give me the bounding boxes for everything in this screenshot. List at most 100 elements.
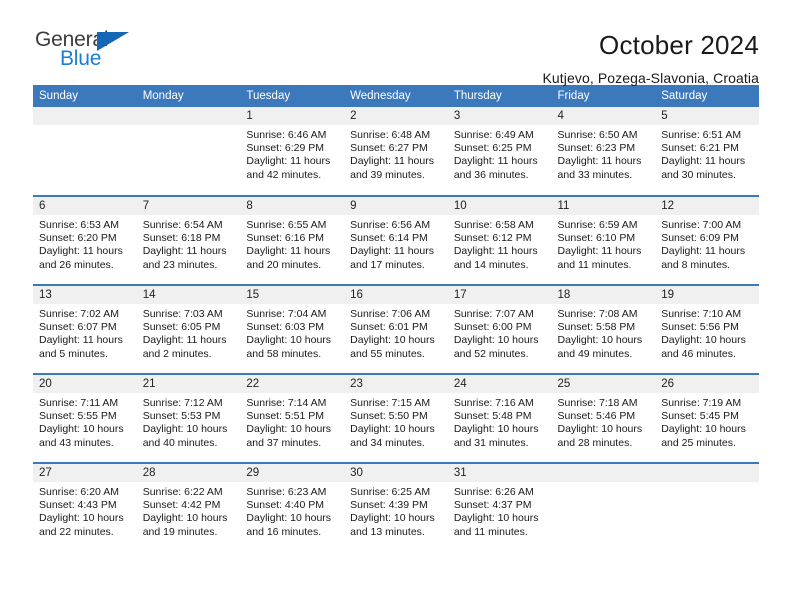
day-details: Sunrise: 7:08 AM Sunset: 5:58 PM Daylight:…	[552, 304, 656, 361]
day-details: Sunrise: 7:07 AM Sunset: 6:00 PM Daylight:…	[448, 304, 552, 361]
sunrise-text: Sunrise: 6:55 AM	[246, 219, 327, 231]
day-cell[interactable]: 31 Sunrise: 6:26 AM Sunset: 4:37 PM Dayligh…	[447, 462, 552, 552]
day-cell[interactable]: 15 Sunrise: 7:04 AM Sunset: 6:03 PM Dayligh…	[240, 284, 345, 374]
daylight-text: Daylight: 10 hours and 55 minutes.	[350, 334, 435, 360]
day-number: 29	[240, 464, 345, 482]
day-number: 1	[240, 107, 345, 125]
daylight-text: Daylight: 10 hours and 52 minutes.	[453, 334, 539, 360]
day-cell[interactable]: 14 Sunrise: 7:03 AM Sunset: 6:05 PM Dayligh…	[136, 284, 241, 374]
day-details: Sunrise: 7:15 AM Sunset: 5:50 PM Daylight:…	[344, 393, 448, 450]
sunset-text: Sunset: 6:09 PM	[661, 232, 739, 245]
sunset-text: Sunset: 5:46 PM	[557, 410, 636, 423]
daylight-text: Daylight: 11 hours and 33 minutes.	[557, 155, 642, 181]
day-cell[interactable]: 17 Sunrise: 7:07 AM Sunset: 6:00 PM Dayligh…	[447, 284, 552, 374]
sunrise-text: Sunrise: 7:07 AM	[453, 308, 534, 320]
day-cell[interactable]: 7 Sunrise: 6:54 AM Sunset: 6:18 PM Daylight…	[136, 195, 241, 285]
sunrise-text: Sunrise: 7:02 AM	[39, 308, 119, 320]
sunrise-text: Sunrise: 6:56 AM	[350, 219, 431, 231]
day-number: 26	[655, 375, 759, 393]
day-cell[interactable]: 21 Sunrise: 7:12 AM Sunset: 5:53 PM Dayligh…	[136, 373, 241, 463]
day-number: 28	[136, 464, 241, 482]
daylight-text: Daylight: 10 hours and 11 minutes.	[453, 512, 539, 538]
sunset-text: Sunset: 5:55 PM	[39, 410, 117, 423]
weekday-header-row: Sunday Monday Tuesday Wednesday Thursday…	[33, 85, 759, 107]
daylight-text: Daylight: 11 hours and 36 minutes.	[453, 155, 538, 181]
day-cell[interactable]: 13 Sunrise: 7:02 AM Sunset: 6:07 PM Dayligh…	[33, 284, 137, 374]
day-cell[interactable]: 24 Sunrise: 7:16 AM Sunset: 5:48 PM Dayligh…	[447, 373, 552, 463]
day-cell[interactable]: 5 Sunrise: 6:51 AM Sunset: 6:21 PM Daylight…	[655, 107, 759, 196]
general-blue-logo[interactable]: General Blue	[33, 29, 153, 81]
day-number: 4	[551, 107, 656, 125]
calendar-weekday-header: Sunday Monday Tuesday Wednesday Thursday…	[33, 85, 759, 107]
page-title: October 2024	[599, 30, 759, 60]
sunset-text: Sunset: 6:10 PM	[557, 232, 636, 245]
sunrise-text: Sunrise: 6:50 AM	[557, 129, 638, 141]
title-block: October 2024 Kutjevo, Pozega-Slavonia, C…	[542, 29, 759, 86]
day-number: 8	[240, 197, 345, 215]
sunset-text: Sunset: 4:43 PM	[39, 499, 117, 512]
weekday-header-thursday: Thursday	[447, 85, 552, 107]
daylight-text: Daylight: 10 hours and 13 minutes.	[350, 512, 435, 538]
sunset-text: Sunset: 6:12 PM	[453, 232, 532, 245]
day-cell[interactable]: 9 Sunrise: 6:56 AM Sunset: 6:14 PM Daylight…	[344, 195, 448, 285]
day-cell[interactable]: 27 Sunrise: 6:20 AM Sunset: 4:43 PM Dayligh…	[33, 462, 137, 552]
day-details: Sunrise: 7:04 AM Sunset: 6:03 PM Daylight:…	[240, 304, 344, 361]
day-details: Sunrise: 6:50 AM Sunset: 6:23 PM Daylight:…	[552, 125, 656, 182]
page-header: General Blue October 2024 Kutjevo, Pozeg…	[33, 0, 759, 86]
daylight-text: Daylight: 10 hours and 43 minutes.	[39, 423, 124, 449]
day-cell[interactable]: 3 Sunrise: 6:49 AM Sunset: 6:25 PM Daylight…	[447, 107, 552, 196]
daylight-text: Daylight: 11 hours and 30 minutes.	[661, 155, 746, 181]
day-cell[interactable]: 10 Sunrise: 6:58 AM Sunset: 6:12 PM Dayligh…	[447, 195, 552, 285]
day-cell[interactable]: 11 Sunrise: 6:59 AM Sunset: 6:10 PM Dayligh…	[551, 195, 656, 285]
sunrise-text: Sunrise: 6:53 AM	[39, 219, 119, 231]
day-number: 25	[551, 375, 656, 393]
day-cell[interactable]: 4 Sunrise: 6:50 AM Sunset: 6:23 PM Daylight…	[551, 107, 656, 196]
day-cell[interactable]: 29 Sunrise: 6:23 AM Sunset: 4:40 PM Dayligh…	[240, 462, 345, 552]
day-cell[interactable]: 20 Sunrise: 7:11 AM Sunset: 5:55 PM Dayligh…	[33, 373, 137, 463]
day-cell[interactable]: 2 Sunrise: 6:48 AM Sunset: 6:27 PM Daylight…	[344, 107, 448, 196]
sunrise-text: Sunrise: 6:58 AM	[453, 219, 534, 231]
sunrise-text: Sunrise: 6:54 AM	[142, 219, 223, 231]
day-number: 11	[551, 197, 656, 215]
sunset-text: Sunset: 6:01 PM	[350, 321, 428, 334]
day-details: Sunrise: 7:12 AM Sunset: 5:53 PM Daylight:…	[137, 393, 241, 450]
day-cell[interactable]: 1 Sunrise: 6:46 AM Sunset: 6:29 PM Daylight…	[240, 107, 345, 196]
day-cell[interactable]: 23 Sunrise: 7:15 AM Sunset: 5:50 PM Dayligh…	[344, 373, 448, 463]
daylight-text: Daylight: 10 hours and 40 minutes.	[142, 423, 228, 449]
sunset-text: Sunset: 5:50 PM	[350, 410, 428, 423]
day-details: Sunrise: 6:23 AM Sunset: 4:40 PM Daylight:…	[240, 482, 344, 539]
sunrise-text: Sunrise: 6:59 AM	[557, 219, 638, 231]
sunset-text: Sunset: 6:25 PM	[453, 142, 532, 155]
sunrise-text: Sunrise: 7:14 AM	[246, 397, 327, 409]
day-number: 15	[240, 286, 345, 304]
daylight-text: Daylight: 11 hours and 20 minutes.	[246, 245, 331, 271]
day-details: Sunrise: 7:10 AM Sunset: 5:56 PM Daylight:…	[655, 304, 759, 361]
day-number: 19	[655, 286, 759, 304]
day-cell[interactable]: 16 Sunrise: 7:06 AM Sunset: 6:01 PM Dayligh…	[344, 284, 448, 374]
day-cell[interactable]	[655, 462, 759, 552]
sunrise-text: Sunrise: 6:20 AM	[39, 486, 119, 498]
day-number: 6	[33, 197, 137, 215]
day-cell[interactable]	[551, 462, 656, 552]
sunrise-text: Sunrise: 7:18 AM	[557, 397, 638, 409]
sunset-text: Sunset: 6:29 PM	[246, 142, 325, 155]
weekday-header-tuesday: Tuesday	[240, 85, 345, 107]
day-cell[interactable]: 28 Sunrise: 6:22 AM Sunset: 4:42 PM Dayligh…	[136, 462, 241, 552]
day-cell[interactable]: 25 Sunrise: 7:18 AM Sunset: 5:46 PM Dayligh…	[551, 373, 656, 463]
day-cell[interactable]: 22 Sunrise: 7:14 AM Sunset: 5:51 PM Dayligh…	[240, 373, 345, 463]
day-cell[interactable]	[33, 107, 137, 196]
day-cell[interactable]: 19 Sunrise: 7:10 AM Sunset: 5:56 PM Dayligh…	[655, 284, 759, 374]
day-details: Sunrise: 6:49 AM Sunset: 6:25 PM Daylight:…	[448, 125, 552, 182]
daylight-text: Daylight: 10 hours and 46 minutes.	[661, 334, 746, 360]
day-cell[interactable]: 8 Sunrise: 6:55 AM Sunset: 6:16 PM Daylight…	[240, 195, 345, 285]
day-cell[interactable]: 26 Sunrise: 7:19 AM Sunset: 5:45 PM Dayligh…	[655, 373, 759, 463]
day-cell[interactable]: 18 Sunrise: 7:08 AM Sunset: 5:58 PM Dayligh…	[551, 284, 656, 374]
sunset-text: Sunset: 6:14 PM	[350, 232, 428, 245]
day-cell[interactable]	[136, 107, 241, 196]
day-details: Sunrise: 6:55 AM Sunset: 6:16 PM Daylight:…	[240, 215, 344, 272]
day-cell[interactable]: 6 Sunrise: 6:53 AM Sunset: 6:20 PM Daylight…	[33, 195, 137, 285]
day-details	[137, 125, 241, 129]
day-cell[interactable]: 12 Sunrise: 7:00 AM Sunset: 6:09 PM Dayligh…	[655, 195, 759, 285]
day-cell[interactable]: 30 Sunrise: 6:25 AM Sunset: 4:39 PM Dayligh…	[344, 462, 448, 552]
day-number: 2	[344, 107, 448, 125]
